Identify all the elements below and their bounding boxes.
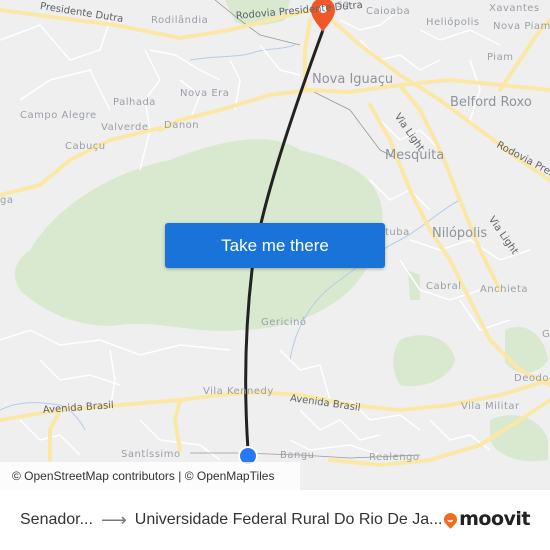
place-label: Realengo — [369, 452, 420, 463]
place-label: Cabral — [426, 281, 462, 292]
place-label: Palhada — [113, 97, 156, 108]
map-attribution[interactable]: © OpenStreetMap contributors | © OpenMap… — [0, 462, 300, 490]
moovit-logo[interactable]: moovit — [441, 508, 530, 530]
place-label: Bangu — [280, 450, 315, 461]
place-label: Xavantes — [489, 3, 540, 14]
place-label: Danon — [164, 120, 200, 131]
place-label: Gericinó — [261, 317, 307, 328]
place-label: Deodo — [514, 373, 549, 384]
place-label: Belford Roxo — [450, 95, 532, 110]
place-label: Santíssimo — [121, 449, 181, 460]
place-label: Vila Kennedy — [203, 386, 274, 397]
place-label: tuba — [385, 227, 410, 238]
place-label: Campo Alegre — [20, 110, 97, 121]
place-label: Anchieta — [480, 284, 528, 295]
place-label: Nova Era — [180, 88, 230, 99]
park-area-east — [393, 335, 455, 387]
place-label: Nilópolis — [432, 226, 488, 241]
place-label: Vila Militar — [461, 401, 520, 412]
place-label: ga — [0, 195, 14, 206]
place-label: Cabuçu — [65, 141, 106, 152]
place-label: Valverde — [101, 122, 149, 133]
river — [189, 44, 296, 61]
take-me-there-button[interactable]: Take me there — [165, 223, 385, 268]
attribution-text[interactable]: © OpenStreetMap contributors | © OpenMap… — [12, 469, 274, 483]
origin-name: Senador... — [20, 511, 93, 528]
place-label: Nova Iguaçu — [312, 72, 394, 87]
place-label: G — [542, 329, 550, 340]
arrow-right-icon: ⟶ — [100, 509, 127, 530]
destination-name: Universidade Federal Rural Do Rio De Ja.… — [134, 511, 443, 528]
moovit-pin-icon — [441, 509, 460, 529]
place-label: Caioaba — [366, 6, 411, 17]
brand-name: moovit — [459, 508, 530, 530]
place-label: Nova Piam — [493, 21, 550, 32]
place-label: Rodilândia — [151, 15, 209, 26]
place-label: Heliópolis — [426, 17, 480, 28]
map-view[interactable]: Rodilândia Caioaba Heliópolis Xavantes N… — [0, 0, 550, 490]
place-label: Piam — [487, 52, 514, 63]
